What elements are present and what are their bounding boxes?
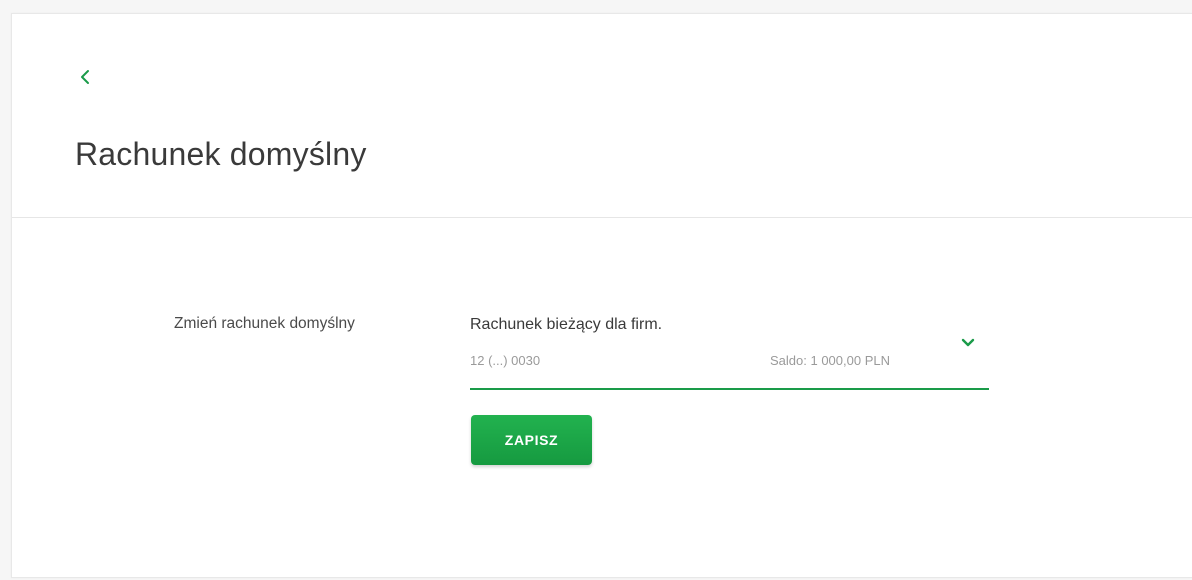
account-name: Rachunek bieżący dla firm. bbox=[470, 316, 663, 333]
content-card: Rachunek domyślny Zmień rachunek domyśln… bbox=[11, 13, 1192, 578]
account-select[interactable]: Rachunek bieżący dla firm. 12 (...) 0030… bbox=[470, 308, 989, 390]
account-number: 12 (...) 0030 bbox=[470, 353, 541, 368]
account-balance: Saldo: 1 000,00 PLN bbox=[770, 353, 890, 368]
back-button[interactable] bbox=[72, 64, 98, 90]
chevron-left-icon bbox=[81, 70, 89, 84]
page-header: Rachunek domyślny bbox=[12, 14, 1192, 218]
page-title: Rachunek domyślny bbox=[75, 136, 367, 172]
change-default-account-label: Zmień rachunek domyślny bbox=[174, 315, 355, 332]
chevron-down-icon[interactable] bbox=[959, 335, 977, 349]
save-button[interactable]: ZAPISZ bbox=[471, 415, 592, 465]
